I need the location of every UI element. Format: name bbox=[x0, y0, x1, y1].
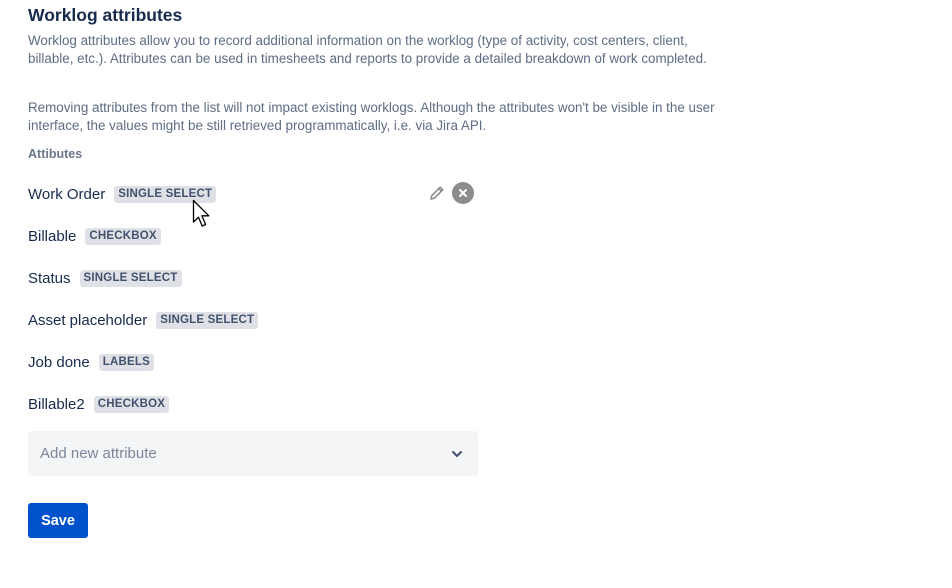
attribute-row[interactable]: Billable2 CHECKBOX bbox=[28, 392, 170, 416]
attribute-row[interactable]: Work Order SINGLE SELECT bbox=[28, 182, 217, 206]
close-circle-icon[interactable] bbox=[452, 182, 474, 204]
attribute-name: Job done bbox=[28, 353, 90, 371]
attribute-row[interactable]: Billable CHECKBOX bbox=[28, 224, 161, 248]
attribute-type-badge: CHECKBOX bbox=[85, 227, 161, 245]
attribute-row[interactable]: Asset placeholder SINGLE SELECT bbox=[28, 308, 259, 332]
attribute-type-badge: LABELS bbox=[98, 353, 154, 371]
pencil-icon[interactable] bbox=[426, 182, 448, 204]
attribute-row[interactable]: Status SINGLE SELECT bbox=[28, 266, 182, 290]
attributes-label: Attibutes bbox=[28, 147, 83, 161]
attribute-name: Status bbox=[28, 269, 71, 287]
chevron-down-icon bbox=[450, 447, 464, 461]
page-title: Worklog attributes bbox=[28, 5, 183, 25]
attribute-name: Work Order bbox=[28, 185, 106, 203]
attribute-name: Asset placeholder bbox=[28, 311, 148, 329]
description-paragraph: Worklog attributes allow you to record a… bbox=[28, 33, 707, 66]
attribute-type-badge: SINGLE SELECT bbox=[156, 311, 259, 329]
description-paragraph: Removing attributes from the list will n… bbox=[28, 100, 715, 133]
attribute-row-actions bbox=[426, 180, 474, 206]
attribute-type-badge: CHECKBOX bbox=[93, 395, 170, 413]
add-attribute-select[interactable]: Add new attribute bbox=[28, 431, 478, 476]
attribute-name: Billable bbox=[28, 227, 77, 245]
attribute-type-badge: SINGLE SELECT bbox=[114, 185, 217, 203]
save-button[interactable]: Save bbox=[28, 503, 88, 538]
add-attribute-placeholder: Add new attribute bbox=[40, 445, 157, 462]
attribute-name: Billable2 bbox=[28, 395, 85, 413]
attribute-row[interactable]: Job done LABELS bbox=[28, 350, 154, 374]
attribute-type-badge: SINGLE SELECT bbox=[79, 269, 182, 287]
